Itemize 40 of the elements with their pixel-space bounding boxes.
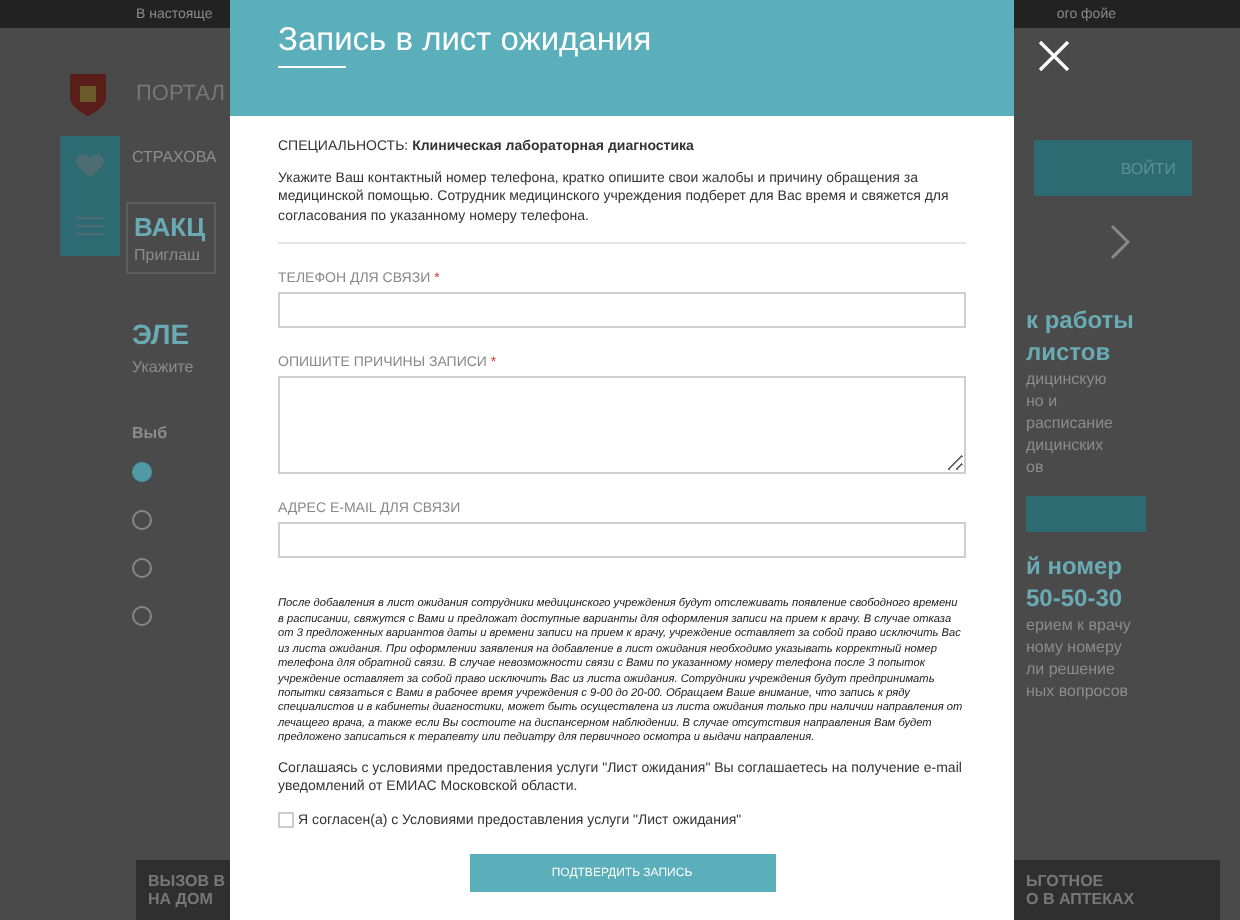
radio-button[interactable] [132, 510, 152, 530]
body-text: дицинских [1026, 436, 1106, 454]
health-tile[interactable] [60, 136, 120, 196]
banner-title: ВАКЦ [134, 212, 208, 242]
phone-number: 50-50-30 [1026, 584, 1125, 612]
tile-text: О В АПТЕКАХ [1026, 890, 1137, 908]
radio-button[interactable] [132, 558, 152, 578]
phone-heading: й номер [1026, 552, 1125, 580]
body-text: дицинскую [1026, 370, 1109, 388]
body-text: но и [1026, 392, 1060, 410]
tile-text: НА ДОМ [148, 890, 215, 908]
input-field[interactable] [278, 292, 966, 329]
heading-text: листов [1026, 338, 1113, 366]
crest-icon [68, 70, 108, 118]
heading-text: к работы [1026, 306, 1136, 334]
radio-button[interactable] [132, 606, 152, 626]
body-text: ов [1026, 458, 1046, 476]
choice-label: Выб [132, 424, 170, 442]
menu-tile[interactable] [60, 196, 120, 256]
section-text: Укажите [132, 358, 196, 376]
checkbox[interactable] [278, 812, 294, 829]
home-visit-tile[interactable]: ВЫЗОВ В НА ДОМ [136, 860, 230, 920]
body-text: ли решение [1026, 660, 1117, 678]
body-text: ерием к врачу [1026, 616, 1133, 634]
banner-text: Приглаш [134, 246, 202, 264]
section-title: ЭЛЕ [132, 318, 192, 350]
tile-text: ЬГОТНОЕ [1026, 872, 1106, 890]
pharmacy-tile[interactable]: ЬГОТНОЕ О В АПТЕКАХ [1014, 860, 1220, 920]
body-text: расписание [1026, 414, 1115, 432]
body-text: ному номеру [1026, 638, 1124, 656]
close-icon[interactable] [1038, 40, 1070, 72]
text-area[interactable] [278, 376, 966, 475]
chevron-right-icon[interactable] [1110, 224, 1130, 260]
body-text: ных вопросов [1026, 682, 1131, 700]
heart-icon [74, 152, 106, 180]
menu-icon [76, 216, 104, 236]
nav-link[interactable]: СТРАХОВА [132, 148, 217, 166]
action-button[interactable] [1026, 496, 1146, 532]
input-field[interactable] [278, 522, 966, 559]
radio-button[interactable] [132, 462, 152, 482]
